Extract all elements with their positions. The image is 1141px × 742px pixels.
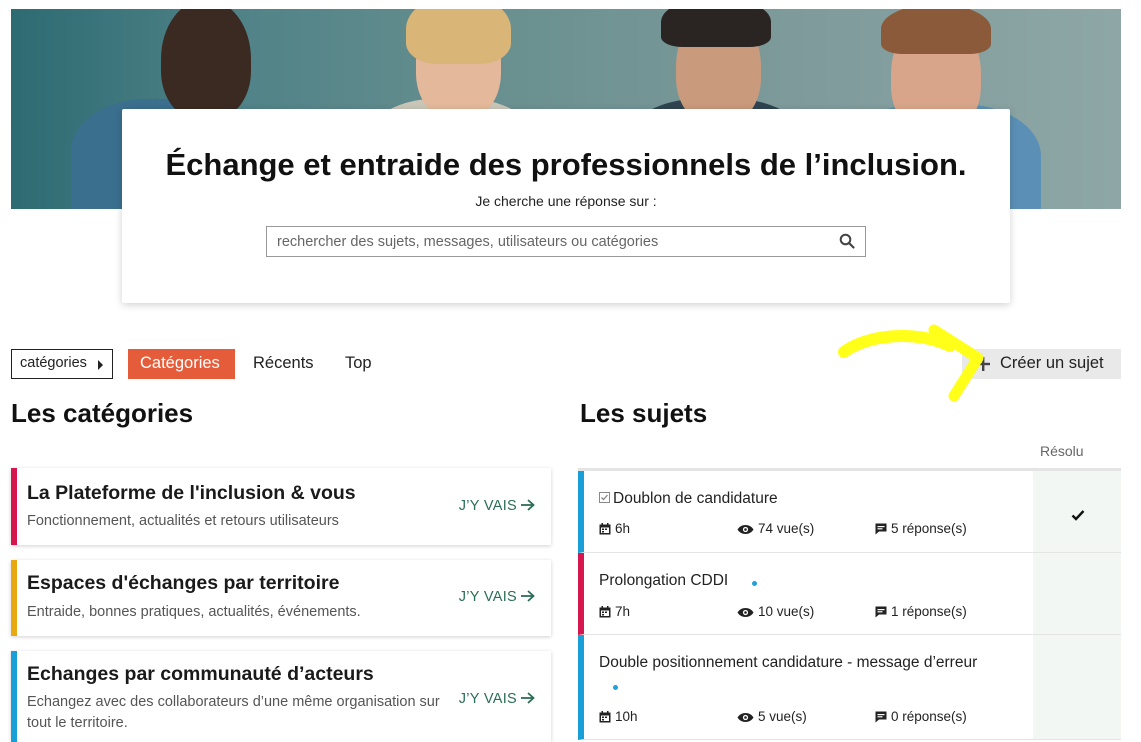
calendar-icon bbox=[599, 711, 611, 723]
topic-title: Prolongation CDDI bbox=[599, 572, 729, 589]
topic-views: 10 vue(s) bbox=[737, 604, 814, 619]
topic-replies: 0 réponse(s) bbox=[875, 709, 967, 724]
topic-age-value: 7h bbox=[615, 604, 631, 619]
topic-replies-value: 0 réponse(s) bbox=[891, 709, 967, 724]
comment-icon bbox=[875, 606, 887, 618]
category-go-link[interactable]: J’Y VAIS bbox=[459, 691, 535, 707]
topic-views-value: 10 vue(s) bbox=[758, 604, 815, 619]
comment-icon bbox=[875, 523, 887, 535]
category-description: Fonctionnement, actualités et retours ut… bbox=[27, 513, 339, 529]
caret-right-icon bbox=[98, 360, 103, 370]
tab-recents[interactable]: Récents bbox=[241, 349, 326, 379]
resolved-cell bbox=[1033, 635, 1121, 739]
topic-row[interactable]: Doublon de candidature 6h 74 vue(s) 5 ré… bbox=[578, 471, 1121, 553]
topic-row[interactable]: Prolongation CDDI 7h 10 vue(s) 1 réponse… bbox=[578, 553, 1121, 635]
hero-photo-person bbox=[406, 9, 511, 64]
category-go-label: J’Y VAIS bbox=[458, 498, 517, 514]
categories-heading: Les catégories bbox=[11, 398, 194, 428]
category-description: Echangez avec des collaborateurs d’une m… bbox=[27, 694, 440, 731]
category-go-label: J’Y VAIS bbox=[458, 589, 517, 605]
unread-dot bbox=[613, 685, 618, 690]
categories-dropdown-label: catégories bbox=[20, 355, 87, 371]
topic-views-value: 74 vue(s) bbox=[758, 521, 815, 536]
calendar-icon bbox=[599, 606, 611, 618]
categories-dropdown[interactable]: catégories bbox=[11, 349, 113, 379]
topic-title-link[interactable]: Prolongation CDDI bbox=[599, 572, 728, 590]
eye-icon bbox=[737, 608, 754, 617]
topic-title: Double positionnement candidature - mess… bbox=[599, 654, 978, 671]
topics-list: Doublon de candidature 6h 74 vue(s) 5 ré… bbox=[578, 468, 1121, 742]
arrow-right-icon bbox=[521, 590, 535, 602]
tab-top[interactable]: Top bbox=[333, 349, 384, 379]
topic-replies: 1 réponse(s) bbox=[875, 604, 967, 619]
eye-icon bbox=[737, 713, 754, 722]
comment-icon bbox=[875, 711, 887, 723]
arrow-right-icon bbox=[521, 499, 535, 511]
category-go-link[interactable]: J’Y VAIS bbox=[459, 589, 535, 605]
category-card[interactable]: Espaces d'échanges par territoire Entrai… bbox=[11, 560, 551, 636]
topic-title-link[interactable]: Doublon de candidature bbox=[599, 490, 778, 508]
resolved-cell bbox=[1033, 471, 1121, 552]
category-card[interactable]: La Plateforme de l'inclusion & vous Fonc… bbox=[11, 468, 551, 545]
topic-replies-value: 1 réponse(s) bbox=[891, 604, 967, 619]
category-name[interactable]: Echanges par communauté d’acteurs bbox=[27, 663, 374, 686]
page-title-bold: des professionnels de l’inclusion bbox=[468, 147, 958, 182]
check-icon bbox=[1071, 510, 1085, 521]
topic-views: 74 vue(s) bbox=[737, 521, 814, 536]
search-subtitle: Je cherche une réponse sur : bbox=[475, 193, 657, 209]
topic-views: 5 vue(s) bbox=[737, 709, 807, 724]
tab-categories[interactable]: Catégories bbox=[128, 349, 235, 379]
resolved-column-header: Résolu bbox=[1040, 443, 1084, 459]
arrow-right-icon bbox=[521, 692, 535, 704]
topic-title-link[interactable]: Double positionnement candidature - mess… bbox=[599, 654, 977, 672]
hero-photo-person bbox=[881, 9, 991, 54]
topic-age: 6h bbox=[599, 521, 630, 536]
search-icon[interactable] bbox=[839, 233, 855, 249]
topic-replies: 5 réponse(s) bbox=[875, 521, 967, 536]
topic-age-value: 10h bbox=[615, 709, 638, 724]
category-name[interactable]: Espaces d'échanges par territoire bbox=[27, 572, 339, 595]
topics-heading: Les sujets bbox=[580, 398, 708, 428]
page-title-prefix: Échange et entraide bbox=[165, 147, 469, 182]
category-description: Entraide, bonnes pratiques, actualités, … bbox=[27, 604, 361, 620]
category-card[interactable]: Echanges par communauté d’acteurs Echang… bbox=[11, 651, 551, 742]
category-go-link[interactable]: J’Y VAIS bbox=[459, 498, 535, 514]
hero-photo-person bbox=[661, 9, 771, 47]
category-go-label: J’Y VAIS bbox=[458, 691, 517, 707]
create-topic-button[interactable]: Créer un sujet bbox=[962, 349, 1121, 379]
plus-icon bbox=[976, 357, 990, 371]
page-title: Échange et entraide des professionnels d… bbox=[122, 147, 1010, 183]
topic-age: 10h bbox=[599, 709, 638, 724]
eye-icon bbox=[737, 525, 754, 534]
search-input[interactable] bbox=[267, 227, 827, 256]
topic-row[interactable]: Double positionnement candidature - mess… bbox=[578, 635, 1121, 740]
topic-views-value: 5 vue(s) bbox=[758, 709, 807, 724]
solved-checkbox-icon bbox=[599, 492, 610, 503]
topic-replies-value: 5 réponse(s) bbox=[891, 521, 967, 536]
calendar-icon bbox=[599, 523, 611, 535]
hero-photo-person bbox=[161, 9, 251, 119]
unread-dot bbox=[752, 581, 757, 586]
resolved-cell bbox=[1033, 553, 1121, 634]
page-title-suffix: . bbox=[957, 147, 967, 182]
create-topic-label: Créer un sujet bbox=[1000, 354, 1104, 372]
category-name[interactable]: La Plateforme de l'inclusion & vous bbox=[27, 482, 356, 505]
topic-age: 7h bbox=[599, 604, 630, 619]
search-box[interactable] bbox=[266, 226, 866, 257]
topic-title: Doublon de candidature bbox=[613, 490, 778, 507]
search-panel: Échange et entraide des professionnels d… bbox=[122, 109, 1010, 303]
topic-age-value: 6h bbox=[615, 521, 631, 536]
